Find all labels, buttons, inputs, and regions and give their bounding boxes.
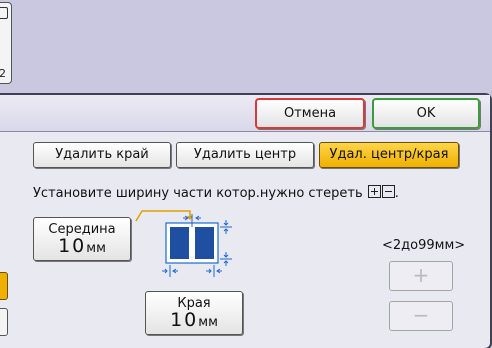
side-panel-number: 2 — [0, 67, 6, 80]
left-side-selected-button[interactable] — [0, 272, 8, 300]
cancel-button[interactable]: Отмена — [255, 98, 365, 129]
edge-value: 10 — [170, 309, 199, 331]
instruction-period: . — [394, 186, 399, 201]
plus-key-icon — [367, 185, 381, 198]
edge-unit: мм — [198, 315, 218, 330]
tab-erase-center[interactable]: Удалить центр — [176, 142, 314, 168]
left-side-button[interactable] — [0, 308, 8, 336]
dialog-header: Отмена OK — [0, 95, 490, 132]
screen: 2 Отмена OK Удалить край Удалить центр У… — [0, 0, 492, 348]
range-hint: <2до99мм> — [382, 238, 466, 253]
tab-erase-center-border[interactable]: Удал. центр/края — [319, 142, 459, 168]
increase-button[interactable]: + — [389, 261, 453, 291]
side-panel-tab[interactable]: 2 — [0, 2, 12, 84]
decrease-button[interactable]: − — [389, 301, 453, 331]
edge-width-button[interactable]: Края 10мм — [145, 291, 243, 335]
erase-dialog: Отмена OK Удалить край Удалить центр Уда… — [0, 93, 492, 348]
background-area: 2 — [0, 0, 492, 93]
middle-value: 10 — [58, 235, 87, 257]
middle-width-button[interactable]: Середина 10мм — [33, 217, 131, 261]
instruction-text: Установите ширину части котор.нужно стер… — [33, 185, 399, 201]
ok-button[interactable]: OK — [372, 98, 480, 129]
middle-unit: мм — [86, 241, 106, 256]
erase-diagram — [135, 210, 232, 277]
tab-erase-border[interactable]: Удалить край — [33, 142, 171, 168]
instruction-label: Установите ширину части котор.нужно стер… — [33, 186, 363, 201]
document-icon — [0, 7, 8, 19]
minus-key-icon — [381, 185, 395, 198]
